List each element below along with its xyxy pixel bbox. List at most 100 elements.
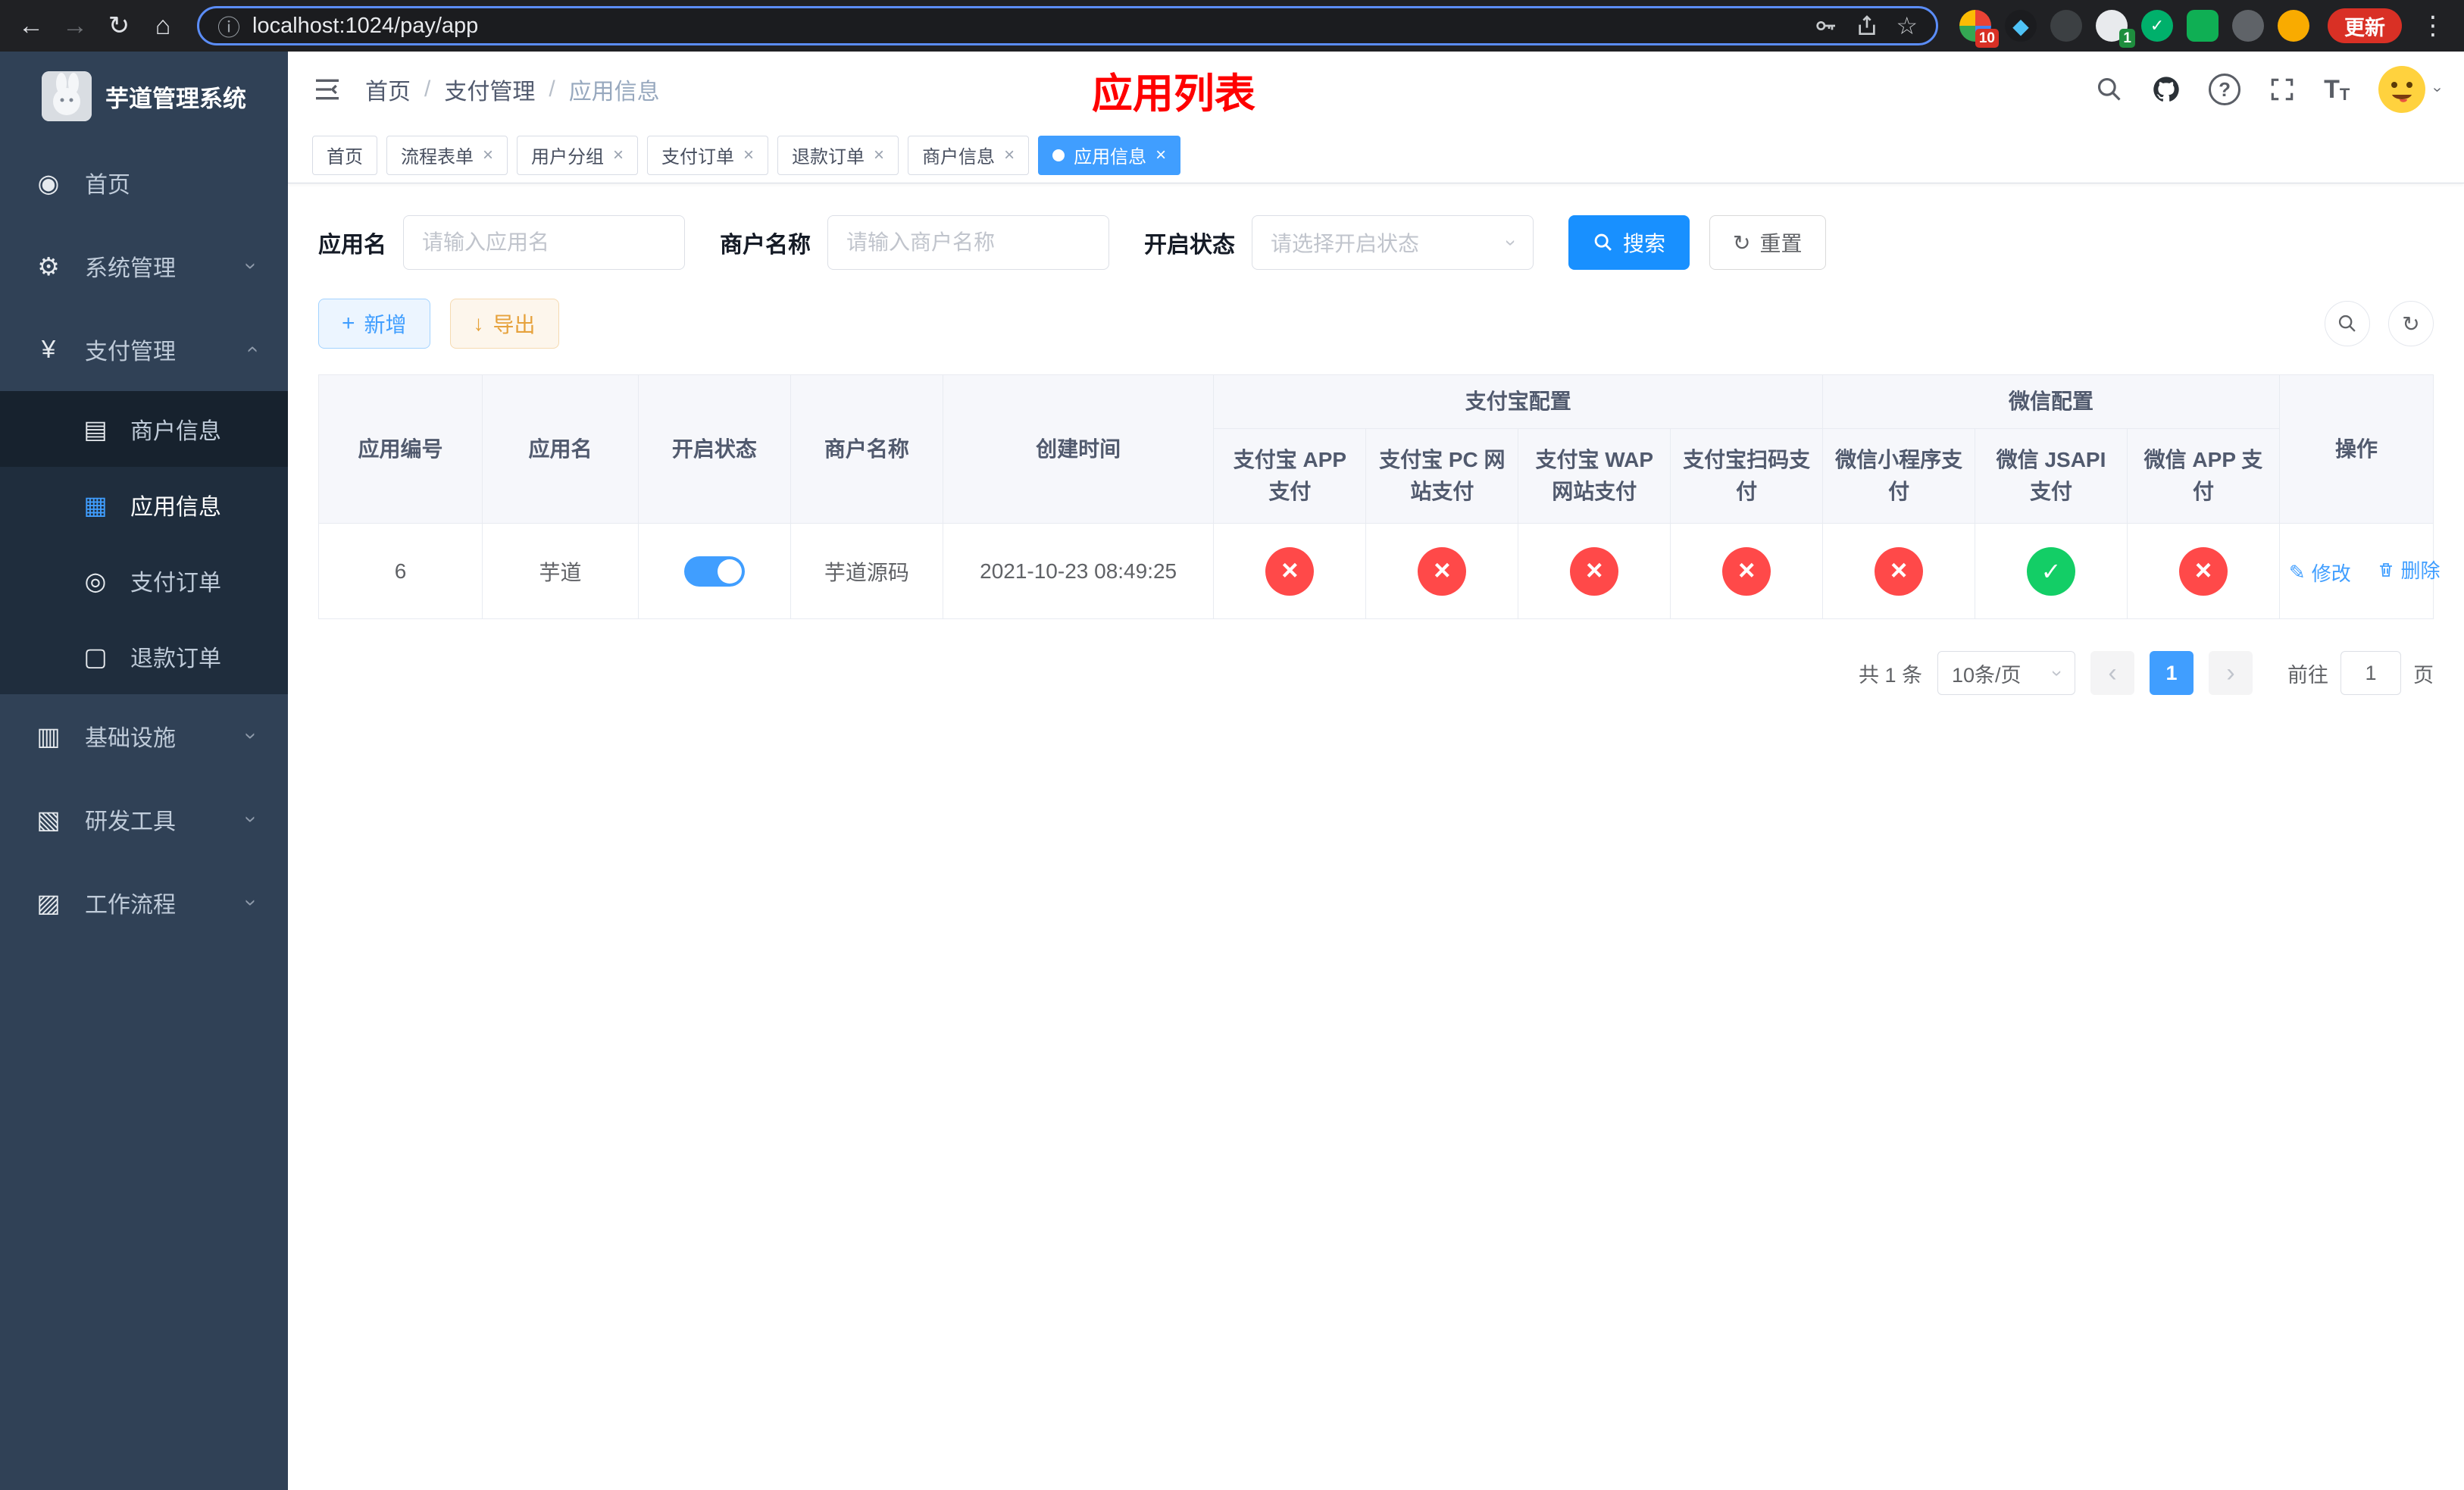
sidebar-item-merchant-info[interactable]: 商户信息 [0,391,288,467]
search-button-label: 搜索 [1623,232,1666,255]
share-icon[interactable] [1855,14,1879,38]
close-icon[interactable] [743,145,754,166]
delete-link[interactable]: 删除 [2377,556,2441,584]
alipay-pc-status-icon [1418,546,1467,596]
search-icon[interactable] [2095,75,2124,104]
fullscreen-icon[interactable] [2268,75,2297,104]
breadcrumb: 首页 / 支付管理 / 应用信息 [365,73,660,106]
table-mini-actions [2325,301,2434,346]
wx-app-status-icon [2178,546,2228,596]
extension-icon-4[interactable]: 1 [2096,10,2135,48]
breadcrumb-separator: / [424,77,431,102]
sidebar-item-home[interactable]: 首页 [0,141,288,224]
search-icon [2338,315,2356,332]
sidebar-item-pay[interactable]: 支付管理 › [0,308,288,391]
chevron-down-icon: › [239,815,264,823]
extension-icon-7[interactable] [2232,10,2264,42]
extension-icon-1[interactable]: 10 [1959,10,1999,48]
export-button[interactable]: 导出 [449,299,559,349]
cell-merchant: 芋道源码 [790,523,943,619]
export-button-label: 导出 [492,313,536,337]
reset-button[interactable]: 重置 [1709,215,1826,270]
extension-icon-6[interactable] [2187,10,2219,42]
home-icon[interactable] [142,5,183,46]
key-icon[interactable] [1814,14,1838,38]
tab-label: 首页 [327,147,363,167]
tab-home[interactable]: 首页 [312,135,377,175]
tab-app-info[interactable]: 应用信息 [1038,135,1181,175]
col-header-alipay-qr: 支付宝扫码支付 [1670,428,1824,524]
extensions-row: 10 ◆ 1 ✓ [1959,10,2309,48]
app-name-label: 应用名 [318,233,386,258]
close-icon[interactable] [874,145,884,166]
workflow-icon [33,888,64,918]
user-menu[interactable] [2377,64,2440,114]
chevron-down-icon: › [239,732,264,740]
col-group-alipay: 支付宝配置 [1213,374,1824,429]
tab-refund-order[interactable]: 退款订单 [777,135,899,175]
col-header-alipay-app: 支付宝 APP 支付 [1213,428,1367,524]
alipay-wap-status-icon [1570,546,1619,596]
help-icon[interactable] [2209,74,2241,105]
sidebar-item-system[interactable]: 系统管理 › [0,224,288,308]
close-icon[interactable] [483,145,493,166]
prev-page-button[interactable] [2090,651,2134,695]
sidebar-item-infra[interactable]: 基础设施 › [0,694,288,778]
pencil-icon [2289,561,2306,584]
url-text[interactable]: localhost:1024/pay/app [252,14,1802,39]
col-header-merchant: 商户名称 [790,374,943,524]
page-size-select[interactable]: 10条/页 [1937,651,2075,695]
edit-link[interactable]: 修改 [2289,559,2351,587]
fontsize-icon[interactable] [2324,75,2350,105]
bookmark-star-icon[interactable] [1896,11,1918,40]
filter-status: 开启状态 请选择开启状态 [1144,215,1534,270]
sidebar-item-label: 工作流程 [85,893,176,918]
tab-pay-order[interactable]: 支付订单 [647,135,769,175]
refund-icon [80,642,111,671]
forward-icon[interactable] [55,5,95,46]
hamburger-icon[interactable] [312,74,342,105]
tab-user-group[interactable]: 用户分组 [517,135,639,175]
main-area: 首页 / 支付管理 / 应用信息 应用列表 ? T T › 首页 流程表单 × … [288,52,2464,1490]
sidebar-item-refund-order[interactable]: 退款订单 [0,618,288,694]
page-size-value: 10条/页 [1952,663,2022,687]
sidebar-item-workflow[interactable]: 工作流程 › [0,861,288,944]
goto-page-input[interactable] [2340,651,2401,695]
add-button-label: 新增 [364,313,407,337]
page-1-button[interactable]: 1 [2150,651,2194,695]
refresh-table-button[interactable] [2388,301,2434,346]
add-button[interactable]: 新增 [318,299,430,349]
status-select[interactable]: 请选择开启状态 [1252,215,1534,270]
back-icon[interactable] [11,5,52,46]
github-icon[interactable] [2151,74,2181,105]
next-page-button[interactable] [2209,651,2253,695]
extension-icon-5[interactable]: ✓ [2141,10,2173,42]
toggle-search-button[interactable] [2325,301,2370,346]
sidebar-item-pay-order[interactable]: 支付订单 [0,543,288,618]
extension-icon-2[interactable]: ◆ [2005,10,2037,42]
extension-icon-3[interactable] [2050,10,2082,42]
chevron-down-icon: › [239,899,264,906]
sidebar-item-app-info[interactable]: 应用信息 [0,467,288,543]
sidebar-item-devtools[interactable]: 研发工具 › [0,778,288,861]
search-button[interactable]: 搜索 [1568,215,1690,270]
breadcrumb-pay[interactable]: 支付管理 [444,73,535,106]
close-icon[interactable] [1155,145,1166,166]
tab-process-form[interactable]: 流程表单 [386,135,508,175]
address-bar[interactable]: localhost:1024/pay/app [197,6,1938,45]
browser-update-button[interactable]: 更新 [2328,8,2402,43]
breadcrumb-current: 应用信息 [568,80,660,105]
browser-chrome: localhost:1024/pay/app 10 ◆ 1 ✓ 更新 [0,0,2464,52]
tab-merchant-info[interactable]: 商户信息 [908,135,1030,175]
merchant-input[interactable] [827,215,1109,270]
extension-icon-8[interactable] [2278,10,2309,42]
browser-menu-icon[interactable] [2412,5,2453,46]
close-icon[interactable] [1004,145,1015,166]
avatar[interactable] [2377,64,2427,114]
reload-icon[interactable] [98,5,139,46]
status-toggle[interactable] [683,556,745,587]
app-name-input[interactable] [403,215,685,270]
site-info-icon[interactable] [217,9,240,42]
breadcrumb-home[interactable]: 首页 [365,73,411,106]
close-icon[interactable] [613,145,624,166]
